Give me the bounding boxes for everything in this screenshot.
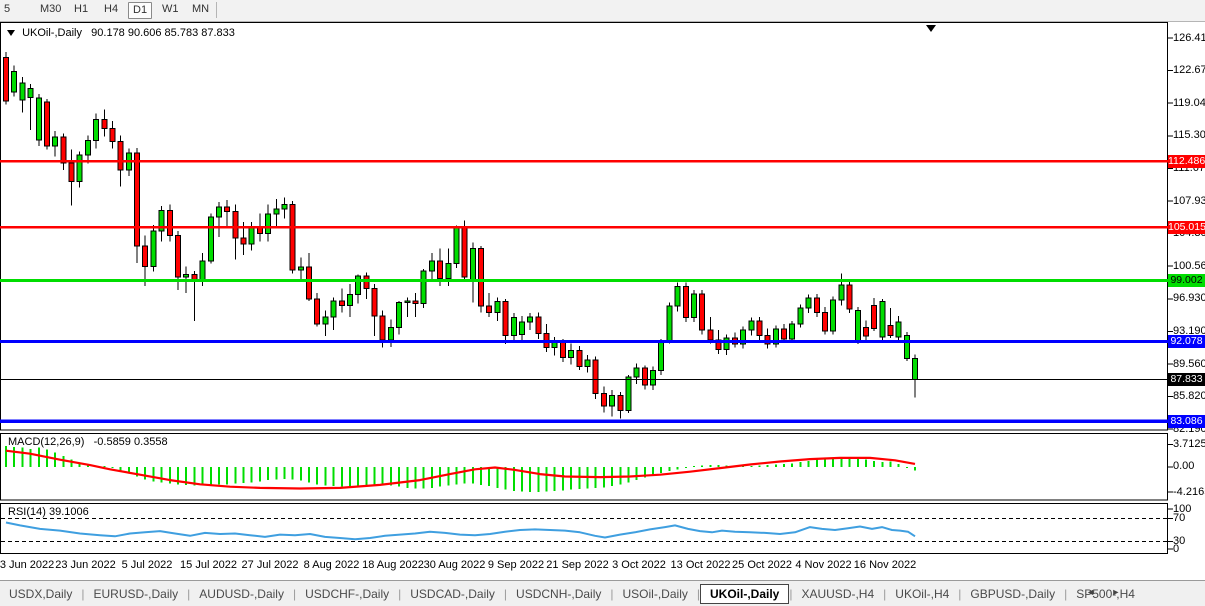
date-axis-label: 27 Jul 2022 [242,559,299,571]
price-axis-tick: 122.670 [1173,64,1205,76]
chart-tab-usdx-daily[interactable]: USDX,Daily [0,584,81,604]
date-axis-label: 3 Oct 2022 [612,559,666,571]
timeframe-button-m30[interactable]: M30 [36,2,65,17]
macd-axis-tick: 0.00 [1173,460,1194,472]
mt4-terminal-window: { "toolbar": { "periods": [ {"label": "5… [0,0,1205,606]
date-axis-label: 18 Aug 2022 [362,559,424,571]
price-level-label: 112.486 [1168,155,1205,168]
price-axis-tick: 100.560 [1173,260,1205,272]
chart-tab-ukoil-daily[interactable]: UKOil-,Daily [700,584,789,604]
macd-axis-tick: 3.7125 [1173,438,1205,450]
price-axis-tick: 96.930 [1173,292,1205,304]
date-axis-label: 25 Oct 2022 [732,559,792,571]
chart-shift-marker-icon[interactable] [926,25,936,32]
macd-axis-tick: -4.2165 [1173,486,1205,498]
chart-tab-ukoil-h4[interactable]: UKOil-,H4 [886,584,958,604]
chart-tab-usoil-daily[interactable]: USOil-,Daily [614,584,697,604]
date-axis-label: 8 Aug 2022 [304,559,360,571]
price-level-label: 99.002 [1168,274,1205,287]
price-axis-tick: 119.040 [1173,97,1205,109]
chart-tab-audusd-daily[interactable]: AUDUSD-,Daily [190,584,293,604]
chart-canvas[interactable] [0,0,1205,606]
price-level-label: 92.078 [1168,335,1205,348]
timeframe-button-mn[interactable]: MN [188,2,213,17]
timeframe-button-w1[interactable]: W1 [158,2,183,17]
price-level-label: 105.015 [1168,221,1205,234]
price-axis-tick: 85.820 [1173,390,1205,402]
date-axis-label: 16 Nov 2022 [854,559,916,571]
chart-tab-usdchf-daily[interactable]: USDCHF-,Daily [296,584,398,604]
date-axis-label: 13 Jun 2022 [0,559,54,571]
date-axis-label: 9 Sep 2022 [488,559,544,571]
date-axis-label: 30 Aug 2022 [424,559,486,571]
timeframe-button-d1[interactable]: D1 [128,2,152,19]
rsi-axis-tick: 70 [1173,512,1185,524]
timeframe-button-h1[interactable]: H1 [70,2,92,17]
date-axis-label: 23 Jun 2022 [55,559,116,571]
chart-tab-usdcnh-daily[interactable]: USDCNH-,Daily [507,584,610,604]
price-level-label: 87.833 [1168,373,1205,386]
date-axis-label: 15 Jul 2022 [180,559,237,571]
tabbar-scroll-arrows[interactable]: ◄ ► [1086,587,1127,597]
chart-tab-xauusd-h4[interactable]: XAUUSD-,H4 [792,584,883,604]
macd-values: -0.5859 0.3558 [94,436,168,448]
timeframe-toolbar: 5 M30 H1 H4 D1 W1 MN [0,0,1205,22]
rsi-indicator-label: RSI(14) 39.1006 [8,506,89,518]
date-axis-label: 21 Sep 2022 [546,559,608,571]
timeframe-button-5[interactable]: 5 [0,2,14,17]
date-axis-label: 4 Nov 2022 [795,559,851,571]
symbol-tabbar: USDX,Daily|EURUSD-,Daily|AUDUSD-,Daily|U… [0,580,1205,606]
price-axis-tick: 107.930 [1173,195,1205,207]
date-axis-label: 5 Jul 2022 [122,559,173,571]
chart-tab-usdcad-daily[interactable]: USDCAD-,Daily [401,584,504,604]
price-axis-tick: 115.300 [1173,129,1205,141]
chart-symbol-label: UKOil-,Daily [22,27,82,39]
chart-title: UKOil-,Daily 90.178 90.606 85.783 87.833 [7,27,235,39]
symbol-dropdown-icon[interactable] [7,30,15,36]
toolbar-separator [216,2,217,18]
timeframe-button-h4[interactable]: H4 [100,2,122,17]
chart-ohlc-values: 90.178 90.606 85.783 87.833 [91,27,235,39]
price-axis-tick: 89.560 [1173,358,1205,370]
price-axis-tick: 126.410 [1173,32,1205,44]
macd-indicator-label: MACD(12,26,9) -0.5859 0.3558 [8,436,168,448]
price-level-label: 83.086 [1168,415,1205,428]
date-axis-label: 13 Oct 2022 [671,559,731,571]
rsi-axis-tick: 0 [1173,543,1179,555]
chart-tab-gbpusd-daily[interactable]: GBPUSD-,Daily [961,584,1064,604]
chart-tab-eurusd-daily[interactable]: EURUSD-,Daily [84,584,187,604]
